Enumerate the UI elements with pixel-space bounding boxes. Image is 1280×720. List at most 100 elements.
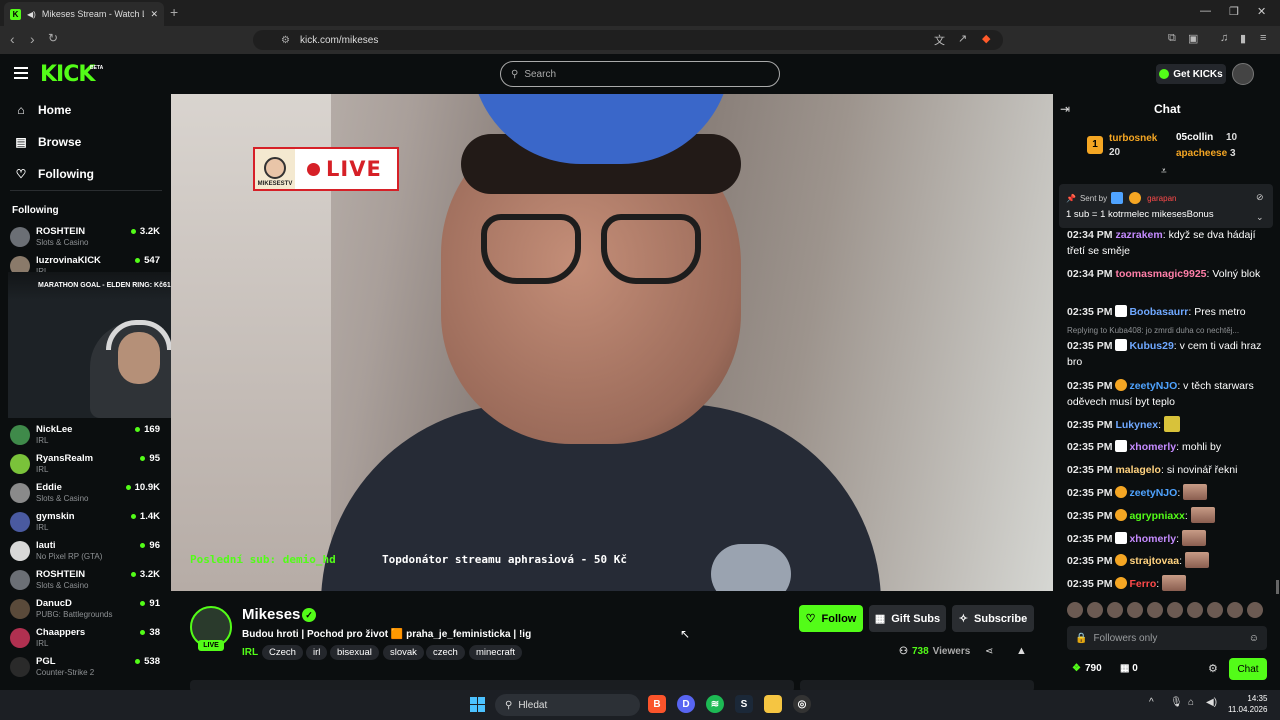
share-page-icon[interactable]: ↗ bbox=[958, 32, 967, 45]
emote-picker-icon[interactable]: ☺ bbox=[1249, 633, 1259, 644]
site-info-icon[interactable]: ⚙ bbox=[281, 35, 290, 46]
emote-icon[interactable] bbox=[1067, 602, 1083, 618]
menu-icon[interactable]: ≡ bbox=[1260, 32, 1266, 44]
message-user[interactable]: toomasmagic9925 bbox=[1115, 268, 1206, 280]
leader-name[interactable]: apacheese bbox=[1176, 148, 1227, 159]
file-explorer-icon[interactable] bbox=[764, 695, 782, 713]
message-user[interactable]: zeetyNJO bbox=[1129, 487, 1177, 499]
reload-icon[interactable]: ↻ bbox=[48, 31, 58, 45]
brave-shield-icon[interactable]: ◆ bbox=[982, 32, 990, 45]
following-channel[interactable]: Eddie Slots & Casino 10.9K bbox=[10, 480, 160, 506]
expand-leaderboard-icon[interactable]: ⩡ bbox=[1161, 166, 1167, 177]
message-user[interactable]: Boobasaurr bbox=[1129, 306, 1188, 318]
gift-subs-button[interactable]: ▦ Gift Subs bbox=[869, 605, 946, 632]
search-input[interactable]: ⚲ Search bbox=[500, 61, 780, 87]
following-channel[interactable]: ROSHTEIN Slots & Casino 3.2K bbox=[10, 567, 160, 593]
discord-icon[interactable]: D bbox=[677, 695, 695, 713]
get-kicks-button[interactable]: Get KICKs bbox=[1156, 64, 1226, 84]
chat-scrollbar[interactable] bbox=[1276, 580, 1279, 594]
following-channel[interactable]: PGL Counter-Strike 2 538 bbox=[10, 654, 160, 680]
following-channel[interactable]: Chaappers IRL 38 bbox=[10, 625, 160, 651]
emote-icon[interactable] bbox=[1247, 602, 1263, 618]
video-player[interactable]: MIKESESTV LIVE Poslední sub: demio_hd To… bbox=[171, 94, 1053, 591]
channel-name[interactable]: Mikeses bbox=[242, 606, 300, 623]
hamburger-menu-icon[interactable] bbox=[14, 67, 28, 79]
following-channel[interactable]: ROSHTEIN Slots & Casino 3.2K bbox=[10, 224, 160, 250]
pinned-user[interactable]: garapan bbox=[1147, 194, 1176, 203]
chat-send-button[interactable]: Chat bbox=[1229, 658, 1267, 680]
chevron-down-icon[interactable]: ⌄ bbox=[1256, 212, 1264, 223]
media-icon[interactable]: ♫ bbox=[1220, 32, 1228, 44]
kick-logo[interactable]: KICK bbox=[40, 62, 95, 87]
tag-chip[interactable]: slovak bbox=[383, 645, 424, 660]
following-channel[interactable]: NickLee IRL 169 bbox=[10, 422, 160, 448]
emote-icon[interactable] bbox=[1147, 602, 1163, 618]
extensions-icon[interactable]: ⧉ bbox=[1168, 32, 1176, 45]
spotify-icon[interactable]: ≋ bbox=[706, 695, 724, 713]
subscribe-button[interactable]: ✧ Subscribe bbox=[952, 605, 1034, 632]
gear-icon[interactable]: ⚙ bbox=[1208, 662, 1218, 675]
emote-icon[interactable] bbox=[1227, 602, 1243, 618]
wallet-icon[interactable]: ▣ bbox=[1188, 32, 1198, 45]
nav-home[interactable]: ⌂ Home bbox=[14, 103, 71, 117]
restore-icon[interactable]: ❐ bbox=[1229, 5, 1239, 18]
emote-icon[interactable] bbox=[1207, 602, 1223, 618]
back-icon[interactable]: ‹ bbox=[10, 31, 15, 47]
minimize-icon[interactable]: — bbox=[1200, 5, 1211, 17]
tag-chip[interactable]: bisexual bbox=[330, 645, 379, 660]
nav-following[interactable]: ♡ Following bbox=[14, 167, 94, 181]
collapse-chat-icon[interactable]: ⇥ bbox=[1060, 102, 1070, 116]
address-bar[interactable]: ⚙ kick.com/mikeses bbox=[253, 30, 1003, 50]
steam-icon[interactable]: S bbox=[735, 695, 753, 713]
message-user[interactable]: Kubus29 bbox=[1129, 340, 1173, 352]
following-channel[interactable]: DanucD PUBG: Battlegrounds 91 bbox=[10, 596, 160, 622]
message-user[interactable]: xhomerly bbox=[1129, 441, 1176, 453]
following-channel[interactable]: gymskin IRL 1.4K bbox=[10, 509, 160, 535]
following-channel[interactable]: lauti No Pixel RP (GTA) 96 bbox=[10, 538, 160, 564]
user-avatar[interactable] bbox=[1232, 63, 1254, 85]
microphone-icon[interactable]: 🎙 bbox=[1170, 697, 1183, 708]
gifts-count[interactable]: ▦ 0 bbox=[1120, 663, 1138, 674]
emote-icon[interactable] bbox=[1087, 602, 1103, 618]
close-window-icon[interactable]: ✕ bbox=[1257, 5, 1266, 18]
volume-icon[interactable]: ◀) bbox=[1206, 697, 1217, 708]
audio-icon[interactable]: ◀) bbox=[27, 10, 36, 19]
new-tab-button[interactable]: + bbox=[170, 4, 178, 20]
leader-name[interactable]: 05collin bbox=[1176, 132, 1213, 143]
tag-chip[interactable]: irl bbox=[306, 645, 328, 660]
message-user[interactable]: zazrakem bbox=[1115, 229, 1162, 241]
windows-start-icon[interactable] bbox=[470, 697, 485, 712]
forward-icon[interactable]: › bbox=[30, 31, 35, 47]
share-icon[interactable]: ⋖ bbox=[985, 646, 993, 657]
message-user[interactable]: Lukynex bbox=[1115, 419, 1158, 431]
emote-icon[interactable] bbox=[1187, 602, 1203, 618]
browser-tab[interactable]: K ◀) Mikeses Stream - Watch Live ✕ bbox=[4, 2, 164, 26]
translate-icon[interactable]: 文 bbox=[934, 32, 945, 48]
taskbar-search[interactable]: ⚲ Hledat bbox=[495, 694, 640, 716]
network-icon[interactable]: ⌂ bbox=[1188, 697, 1194, 708]
chrome-like-icon[interactable]: ◎ bbox=[793, 695, 811, 713]
tag-chip[interactable]: czech bbox=[426, 645, 465, 660]
sidebar-toggle-icon[interactable]: ▮ bbox=[1240, 32, 1246, 45]
message-user[interactable]: agrypniaxx bbox=[1129, 510, 1184, 522]
tray-chevron-icon[interactable]: ^ bbox=[1149, 697, 1154, 708]
tag-chip[interactable]: Czech bbox=[262, 645, 303, 660]
emote-icon[interactable] bbox=[1127, 602, 1143, 618]
emote-icon[interactable] bbox=[1167, 602, 1183, 618]
nav-browse[interactable]: ▤ Browse bbox=[14, 135, 81, 149]
emote-icon[interactable] bbox=[1107, 602, 1123, 618]
tag-chip[interactable]: minecraft bbox=[469, 645, 523, 660]
message-user[interactable]: Ferro bbox=[1129, 578, 1156, 590]
message-user[interactable]: xhomerly bbox=[1129, 533, 1176, 545]
leader-name[interactable]: turbosnek bbox=[1109, 133, 1157, 144]
message-user[interactable]: zeetyNJO bbox=[1129, 380, 1177, 392]
close-tab-icon[interactable]: ✕ bbox=[150, 9, 158, 20]
taskbar-clock[interactable]: 14:35 11.04.2026 bbox=[1228, 693, 1267, 715]
follow-button[interactable]: ♡ Follow bbox=[799, 605, 863, 632]
brave-icon[interactable]: B bbox=[648, 695, 666, 713]
channel-points[interactable]: ❖ 790 bbox=[1072, 663, 1102, 674]
following-channel[interactable]: RyansRealm IRL 95 bbox=[10, 451, 160, 477]
message-user[interactable]: malagelo bbox=[1115, 464, 1161, 476]
message-user[interactable]: strajtovaa bbox=[1129, 555, 1179, 567]
category-link[interactable]: IRL bbox=[242, 647, 258, 658]
